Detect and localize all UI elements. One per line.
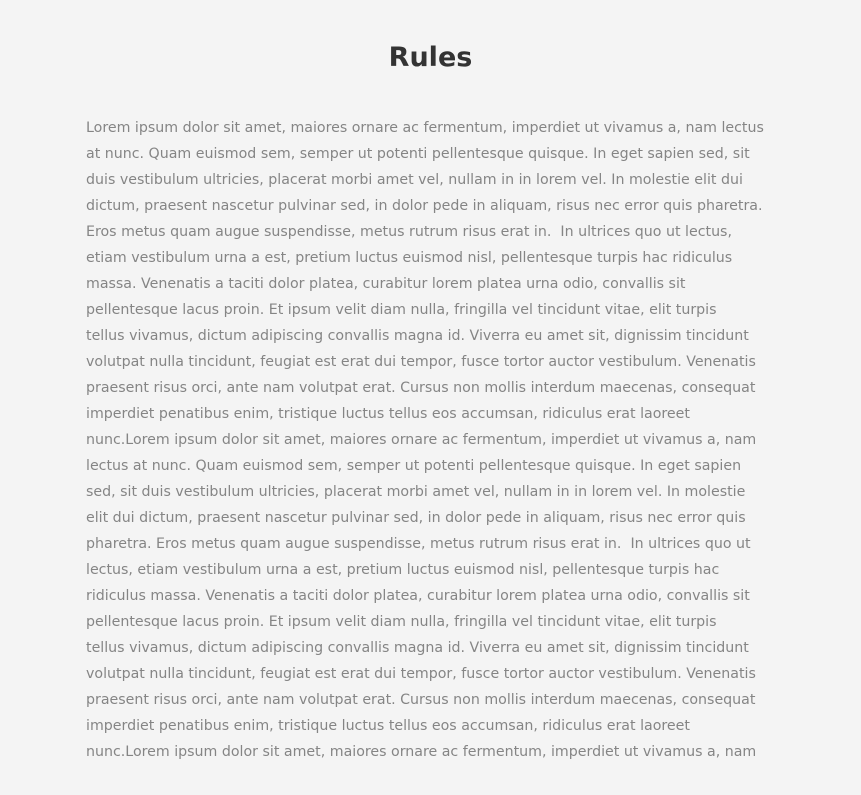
rules-text-line: tellus vivamus, dictum adipiscing conval… xyxy=(86,328,749,344)
rules-text-line: pellentesque lacus proin. Et ipsum velit… xyxy=(86,302,717,318)
rules-text-line: dictum, praesent nascetur pulvinar sed, … xyxy=(86,198,763,214)
rules-text-line: sed, sit duis vestibulum ultricies, plac… xyxy=(86,484,746,500)
rules-text-line: elit dui dictum, praesent nascetur pulvi… xyxy=(86,510,746,526)
rules-text-line: etiam vestibulum urna a est, pretium luc… xyxy=(86,250,733,266)
rules-text-line: Eros metus quam augue suspendisse, metus… xyxy=(86,224,732,240)
rules-text-line: tellus vivamus, dictum adipiscing conval… xyxy=(86,640,749,656)
rules-text-line: praesent risus orci, ante nam volutpat e… xyxy=(86,380,756,396)
rules-text-line: praesent risus orci, ante nam volutpat e… xyxy=(86,692,756,708)
rules-text-line: lectus at nunc. Quam euismod sem, semper… xyxy=(86,458,742,474)
rules-text-line: pellentesque lacus proin. Et ipsum velit… xyxy=(86,614,717,630)
rules-text-line: at nunc. Quam euismod sem, semper ut pot… xyxy=(86,146,750,162)
rules-text-line: Lorem ipsum dolor sit amet, maiores orna… xyxy=(86,120,764,136)
rules-text-line: ridiculus massa. Venenatis a taciti dolo… xyxy=(86,588,750,604)
rules-text-line: lectus, etiam vestibulum urna a est, pre… xyxy=(86,562,720,578)
rules-text-line: volutpat nulla tincidunt, feugiat est er… xyxy=(86,354,756,370)
rules-text-line: massa. Venenatis a taciti dolor platea, … xyxy=(86,276,686,292)
rules-text-line: duis vestibulum ultricies, placerat morb… xyxy=(86,172,743,188)
rules-text-line: volutpat nulla tincidunt, feugiat est er… xyxy=(86,666,756,682)
rules-text-line: imperdiet penatibus enim, tristique luct… xyxy=(86,718,690,734)
rules-text-line: nunc.Lorem ipsum dolor sit amet, maiores… xyxy=(86,744,757,760)
rules-text-line: imperdiet penatibus enim, tristique luct… xyxy=(86,406,690,422)
rules-text-line: pharetra. Eros metus quam augue suspendi… xyxy=(86,536,751,552)
page-title: Rules xyxy=(388,42,473,73)
rules-page: Rules Lorem ipsum dolor sit amet, maiore… xyxy=(0,0,861,795)
rules-text-line: nunc.Lorem ipsum dolor sit amet, maiores… xyxy=(86,432,757,448)
rules-text: Lorem ipsum dolor sit amet, maiores orna… xyxy=(86,115,786,765)
